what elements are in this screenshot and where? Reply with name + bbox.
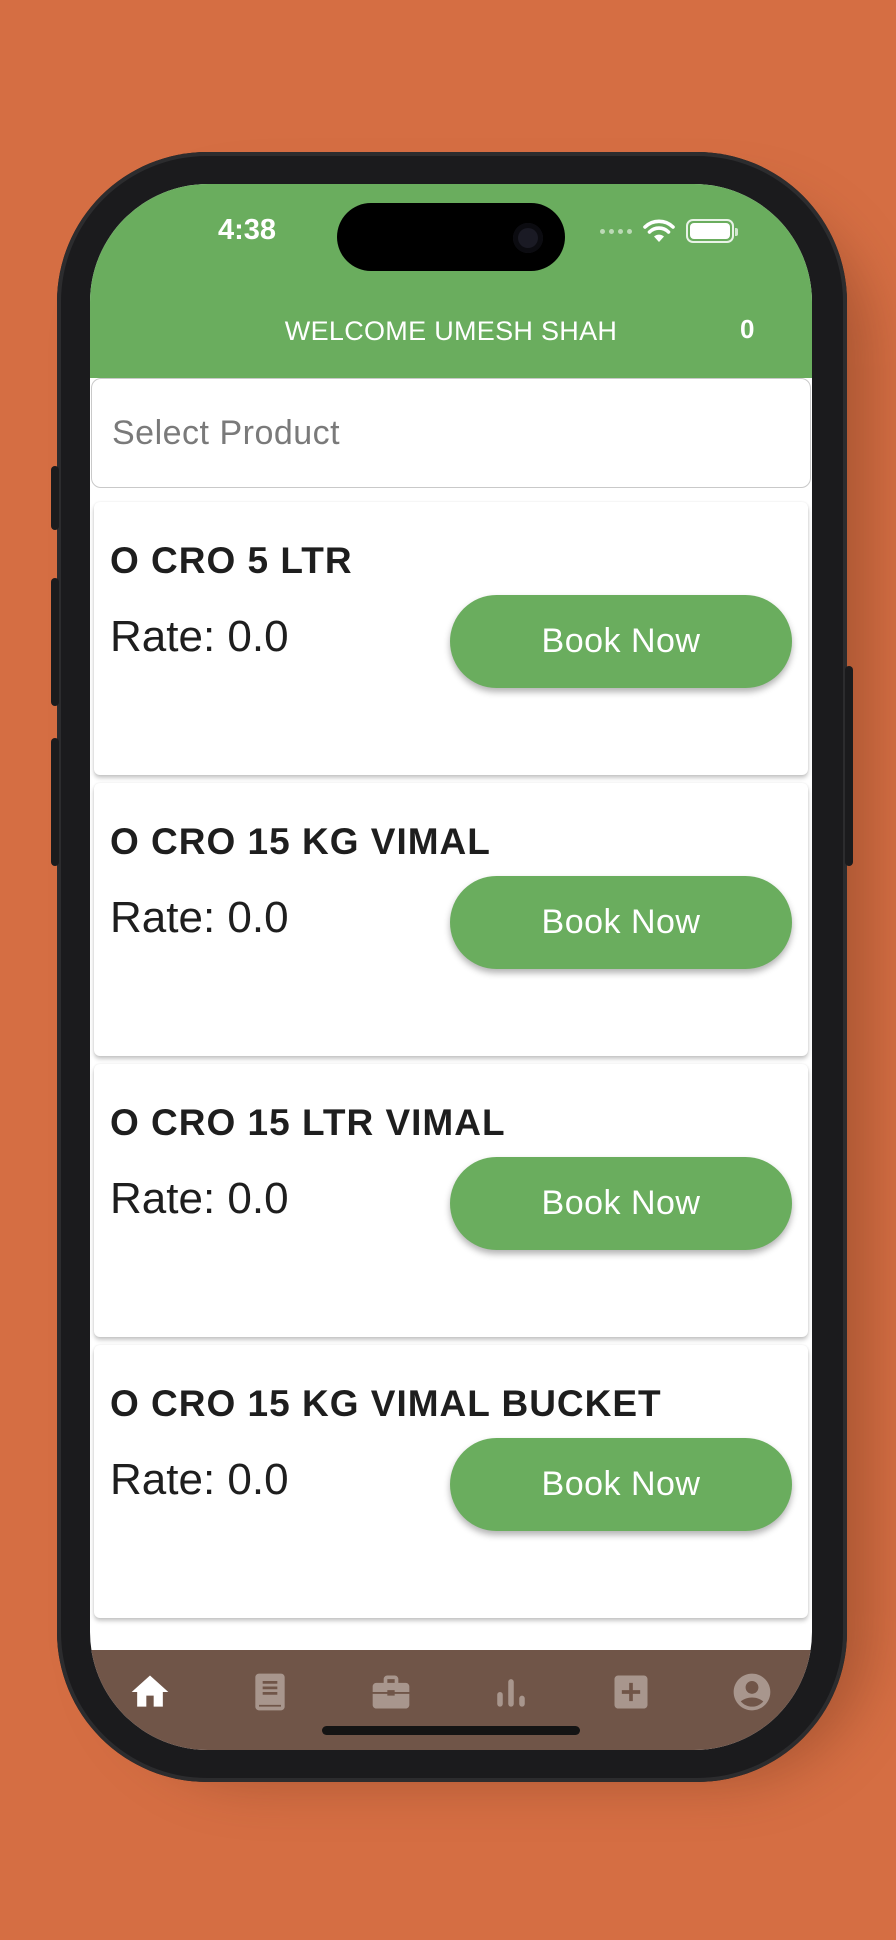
nav-reports[interactable] (481, 1670, 541, 1724)
phone-volume-down (51, 738, 59, 866)
product-name: O CRO 15 LTR VIMAL (110, 1102, 506, 1143)
product-rate: Rate: 0.0 (110, 893, 289, 942)
welcome-title: WELCOME UMESH SHAH (284, 316, 618, 346)
nav-account[interactable] (722, 1670, 782, 1724)
status-time: 4:38 (217, 214, 277, 246)
book-now-button[interactable]: Book Now (450, 876, 792, 969)
phone-volume-up (51, 578, 59, 706)
account-icon (733, 1673, 771, 1711)
product-rate: Rate: 0.0 (110, 1174, 289, 1223)
battery-icon (686, 219, 738, 243)
briefcase-icon (372, 1675, 410, 1709)
home-indicator[interactable] (322, 1726, 580, 1735)
wifi-icon (643, 219, 675, 242)
product-name: O CRO 15 KG VIMAL BUCKET (110, 1383, 662, 1424)
status-icons (600, 218, 738, 244)
app-header: 4:38 WELCOME UMESH SHAH 0 (90, 184, 812, 378)
nav-add[interactable] (601, 1670, 661, 1724)
dynamic-island (337, 203, 565, 271)
nav-briefcase[interactable] (361, 1670, 421, 1724)
cellular-signal-icon (600, 228, 632, 234)
add-box-icon (614, 1675, 648, 1709)
book-now-button[interactable]: Book Now (450, 1157, 792, 1250)
bar-chart-icon (497, 1679, 525, 1707)
product-name: O CRO 5 LTR (110, 540, 353, 581)
product-rate: Rate: 0.0 (110, 612, 289, 661)
book-now-button[interactable]: Book Now (450, 595, 792, 688)
camera-icon (513, 223, 543, 253)
book-now-button[interactable]: Book Now (450, 1438, 792, 1531)
product-card: O CRO 15 LTR VIMAL Rate: 0.0 Book Now (94, 1064, 808, 1337)
phone-side-button (51, 466, 59, 530)
home-icon (131, 1675, 169, 1707)
nav-home[interactable] (120, 1670, 180, 1724)
product-name: O CRO 15 KG VIMAL (110, 821, 491, 862)
book-icon (255, 1673, 286, 1711)
cart-count-badge[interactable]: 0 (740, 314, 754, 345)
product-card: O CRO 5 LTR Rate: 0.0 Book Now (94, 502, 808, 775)
nav-book[interactable] (240, 1670, 300, 1724)
product-list: O CRO 5 LTR Rate: 0.0 Book Now O CRO 15 … (90, 502, 812, 1626)
phone-power-button (845, 666, 853, 866)
bottom-navigation (90, 1650, 812, 1750)
select-product-dropdown[interactable]: Select Product (91, 378, 811, 488)
product-rate: Rate: 0.0 (110, 1455, 289, 1504)
app-screen: 4:38 WELCOME UMESH SHAH 0 Select Product… (90, 184, 812, 1750)
product-card: O CRO 15 KG VIMAL Rate: 0.0 Book Now (94, 783, 808, 1056)
product-card: O CRO 15 KG VIMAL BUCKET Rate: 0.0 Book … (94, 1345, 808, 1618)
